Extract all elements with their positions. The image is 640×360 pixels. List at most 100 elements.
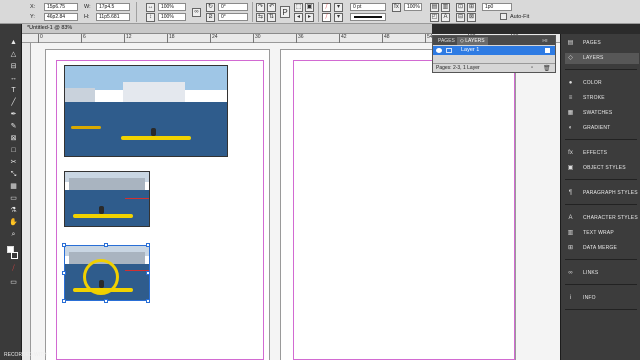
dock-item-layers[interactable]: ◇ LAYERS: [565, 53, 639, 64]
select-container-icon[interactable]: ⬚: [294, 3, 303, 12]
layer-row[interactable]: Layer 1: [433, 46, 555, 55]
pen-tool-icon[interactable]: ✒: [8, 110, 19, 119]
fit-content-icon[interactable]: ⊡: [456, 3, 465, 12]
kayak-photo-medium[interactable]: [64, 171, 150, 227]
dock-item-info[interactable]: i INFO: [565, 293, 639, 304]
line-tool-icon[interactable]: ╱: [8, 98, 19, 107]
margin-guide: [293, 60, 515, 360]
fx-icon[interactable]: fx: [392, 3, 401, 12]
wrap-icon[interactable]: ▤: [430, 3, 439, 12]
gradient-tool-icon[interactable]: ▦: [8, 182, 19, 191]
direct-selection-tool-icon[interactable]: △: [8, 50, 19, 59]
selection-handle[interactable]: [62, 299, 66, 303]
dock-item-gradient[interactable]: ◐ GRADIENT: [565, 123, 639, 134]
y-field[interactable]: 46p2.84: [44, 13, 78, 21]
free-transform-tool-icon[interactable]: ⤡: [8, 170, 19, 179]
corner-icon[interactable]: ◰: [430, 13, 439, 22]
tab-pages[interactable]: PAGES: [435, 37, 458, 45]
page-right[interactable]: [280, 49, 516, 360]
dock-item-object-styles[interactable]: ▣ OBJECT STYLES: [565, 163, 639, 174]
selection-handle[interactable]: [146, 271, 150, 275]
opacity-field[interactable]: 100%: [404, 3, 422, 11]
selection-handle[interactable]: [146, 299, 150, 303]
kayak-photo-large[interactable]: [64, 65, 228, 157]
type-tool-icon[interactable]: T: [8, 86, 19, 95]
dock-item-label: STROKE: [583, 95, 605, 101]
size-field[interactable]: 1p0: [482, 3, 512, 11]
panel-menu-icon[interactable]: »≡: [539, 37, 551, 45]
lock-toggle-icon[interactable]: [446, 48, 452, 53]
shear-field[interactable]: 0°: [218, 13, 248, 21]
pencil-tool-icon[interactable]: ✎: [8, 122, 19, 131]
hand-tool-icon[interactable]: ✋: [8, 218, 19, 227]
visibility-eye-icon[interactable]: [436, 48, 442, 53]
select-previous-icon[interactable]: ◂: [294, 13, 303, 22]
zoom-tool-icon[interactable]: ⌕: [8, 230, 19, 239]
selection-handle[interactable]: [104, 243, 108, 247]
delete-layer-icon[interactable]: 🗑: [543, 65, 551, 72]
ruler-number: 30: [255, 34, 261, 40]
p-icon[interactable]: P: [280, 6, 290, 18]
flip-v-icon[interactable]: ⇅: [267, 13, 276, 22]
fill-dropdown-icon[interactable]: ▾: [334, 3, 343, 12]
page-tool-icon[interactable]: ⊟: [8, 62, 19, 71]
dock-item-color[interactable]: ● COLOR: [565, 78, 639, 89]
preview-mode-icon[interactable]: ▭: [8, 278, 19, 287]
new-layer-icon[interactable]: ▫: [531, 65, 533, 71]
selection-handle[interactable]: [104, 299, 108, 303]
stroke-type-field[interactable]: [350, 13, 386, 21]
dock-item-data-merge[interactable]: ⊞ DATA MERGE: [565, 243, 639, 254]
constrain-link-icon[interactable]: ∞: [192, 8, 201, 17]
auto-fit-checkbox[interactable]: [500, 13, 507, 20]
dock-item-links[interactable]: ∞ LINKS: [565, 268, 639, 279]
scissors-tool-icon[interactable]: ✂: [8, 158, 19, 167]
rectangle-tool-icon[interactable]: □: [8, 146, 19, 155]
eyedropper-tool-icon[interactable]: ⚗: [8, 206, 19, 215]
x-label: X:: [30, 4, 36, 10]
center-content-icon[interactable]: ⊠: [467, 13, 476, 22]
document-tab[interactable]: *Untitled-1 @ 83%: [22, 24, 432, 34]
rotate-ccw-icon[interactable]: ↶: [267, 3, 276, 12]
select-next-icon[interactable]: ▸: [305, 13, 314, 22]
rotate-field[interactable]: 0°: [218, 3, 248, 11]
x-field[interactable]: 15p6.75: [44, 3, 78, 11]
stroke-swatch[interactable]: [11, 252, 18, 259]
selection-handle[interactable]: [146, 243, 150, 247]
dock-item-stroke[interactable]: ≡ STROKE: [565, 93, 639, 104]
stroke-weight-field[interactable]: 0 pt: [350, 3, 386, 11]
dock-item-text-wrap[interactable]: ▥ TEXT WRAP: [565, 228, 639, 239]
y-label: Y:: [30, 14, 35, 20]
scale-y-field[interactable]: 100%: [158, 13, 186, 21]
w-field[interactable]: 17p4.5: [96, 3, 130, 11]
scale-x-field[interactable]: 100%: [158, 3, 186, 11]
selection-handle[interactable]: [62, 243, 66, 247]
note-tool-icon[interactable]: ▭: [8, 194, 19, 203]
dock-item-paragraph-styles[interactable]: ¶ PARAGRAPH STYLES: [565, 188, 639, 199]
scale-x-icon: ↔: [146, 3, 155, 12]
dock-item-swatches[interactable]: ▦ SWATCHES: [565, 108, 639, 119]
layer-selection-indicator-icon[interactable]: [545, 48, 550, 53]
selection-handle[interactable]: [62, 271, 66, 275]
vertical-ruler[interactable]: [22, 43, 31, 360]
a-icon[interactable]: A: [441, 13, 450, 22]
tab-layers[interactable]: ◇ LAYERS: [457, 37, 488, 45]
gap-tool-icon[interactable]: ↔: [8, 74, 19, 83]
dock-item-effects[interactable]: fx EFFECTS: [565, 148, 639, 159]
apply-none-icon[interactable]: ⧸: [8, 264, 19, 273]
select-content-icon[interactable]: ▣: [305, 3, 314, 12]
fill-frame-icon[interactable]: ⊟: [456, 13, 465, 22]
stroke-none-icon[interactable]: ⧸: [322, 13, 331, 22]
flip-h-icon[interactable]: ⇆: [256, 13, 265, 22]
rotate-cw-icon[interactable]: ↷: [256, 3, 265, 12]
selection-tool-icon[interactable]: ▲: [8, 38, 19, 47]
dock-item-pages[interactable]: ▤ PAGES: [565, 38, 639, 49]
tools-panel: ▲ △ ⊟ ↔ T ╱ ✒ ✎ ⊠ □ ✂ ⤡ ▦ ▭ ⚗ ✋ ⌕ ⧸ ▭: [0, 24, 22, 360]
wrap-around-icon[interactable]: ▥: [441, 3, 450, 12]
rectangle-frame-tool-icon[interactable]: ⊠: [8, 134, 19, 143]
pasteboard[interactable]: [31, 43, 560, 360]
stroke-dropdown-icon[interactable]: ▾: [334, 13, 343, 22]
fill-none-icon[interactable]: ⧸: [322, 3, 331, 12]
fit-frame-icon[interactable]: ⊞: [467, 3, 476, 12]
dock-item-character-styles[interactable]: A CHARACTER STYLES: [565, 213, 639, 224]
h-field[interactable]: 11p5.681: [96, 13, 130, 21]
